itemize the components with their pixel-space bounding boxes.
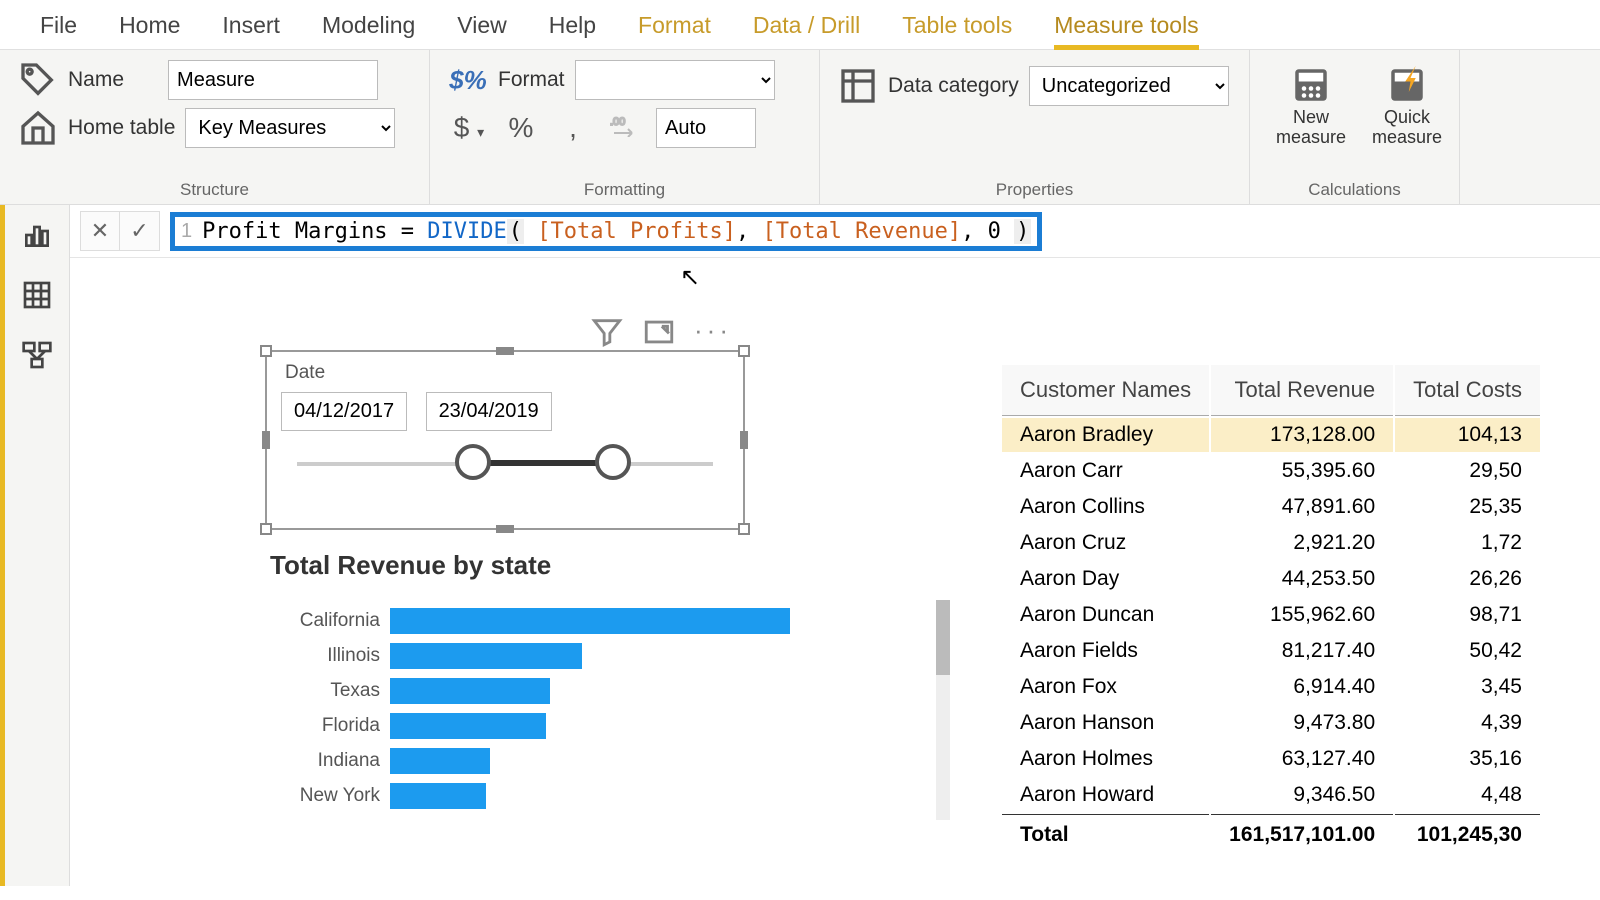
table-row[interactable]: Aaron Hanson9,473.804,39 [1002,706,1540,740]
table-row[interactable]: Aaron Holmes63,127.4035,16 [1002,742,1540,776]
slicer-start-date[interactable]: 04/12/2017 [281,392,407,431]
currency-button[interactable]: $ ▾ [448,112,490,144]
slicer-title: Date [285,362,743,384]
chart-scrollbar[interactable] [936,600,950,820]
col-total-costs[interactable]: Total Costs [1395,365,1540,416]
bar-label: Illinois [270,645,390,667]
group-calculations: Calculations [1268,180,1441,200]
tab-insert[interactable]: Insert [222,12,280,39]
bar [390,643,582,669]
bar-label: Indiana [270,750,390,772]
table-row[interactable]: Aaron Duncan155,962.6098,71 [1002,598,1540,632]
tab-file[interactable]: File [40,12,77,39]
total-costs: 101,245,30 [1395,814,1540,852]
tab-data-drill[interactable]: Data / Drill [753,12,860,39]
svg-text:.00: .00 [610,116,625,128]
bar [390,713,546,739]
tab-home[interactable]: Home [119,12,180,39]
formula-bar[interactable]: 1 Profit Margins = DIVIDE( [Total Profit… [170,212,1042,251]
formula-commit-button[interactable]: ✓ [120,211,160,251]
filter-icon[interactable] [590,315,624,349]
format-select[interactable] [575,60,775,100]
bar-row[interactable]: New York [270,778,930,813]
chart-title: Total Revenue by state [270,550,930,581]
slicer-thumb-end[interactable] [595,444,631,480]
revenue-by-state-chart[interactable]: Total Revenue by state California Illinoi… [270,550,930,813]
table-row[interactable]: Aaron Cruz2,921.201,72 [1002,526,1540,560]
total-label: Total [1002,814,1209,852]
thousands-button[interactable]: , [552,112,594,144]
home-table-label: Home table [68,116,175,140]
model-view-icon[interactable] [21,339,53,371]
name-input[interactable] [168,60,378,100]
percent-button[interactable]: % [500,112,542,144]
formula-line-number: 1 [181,220,192,243]
format-icon: $% [448,60,488,100]
bar-label: Florida [270,715,390,737]
tab-measure-tools[interactable]: Measure tools [1054,12,1198,50]
tab-help[interactable]: Help [549,12,596,39]
table-row[interactable]: Aaron Carr55,395.6029,50 [1002,454,1540,488]
new-measure-button[interactable]: New measure [1268,64,1354,148]
bar-label: California [270,610,390,632]
focus-mode-icon[interactable] [642,315,676,349]
total-revenue: 161,517,101.00 [1211,814,1393,852]
col-customer-names[interactable]: Customer Names [1002,365,1209,416]
group-formatting: Formatting [448,180,801,200]
formula-cancel-button[interactable]: ✕ [80,211,120,251]
category-icon [838,66,878,106]
name-label: Name [68,68,124,92]
tab-format[interactable]: Format [638,12,711,39]
table-row[interactable]: Aaron Day44,253.5026,26 [1002,562,1540,596]
table-row[interactable]: Aaron Collins47,891.6025,35 [1002,490,1540,524]
bar [390,748,490,774]
table-row[interactable]: Aaron Fields81,217.4050,42 [1002,634,1540,668]
quick-measure-button[interactable]: Quick measure [1364,64,1450,148]
bar-row[interactable]: California [270,603,930,638]
table-row[interactable]: Aaron Fox6,914.403,45 [1002,670,1540,704]
bar-row[interactable]: Illinois [270,638,930,673]
table-row[interactable]: Aaron Howard9,346.504,48 [1002,778,1540,812]
group-structure: Structure [18,180,411,200]
bar-row[interactable]: Florida [270,708,930,743]
data-view-icon[interactable] [21,279,53,311]
customer-table[interactable]: Customer Names Total Revenue Total Costs… [1000,363,1542,854]
bar [390,608,790,634]
bar [390,678,550,704]
decimals-button[interactable]: .00 [604,112,646,144]
bar-row[interactable]: Texas [270,673,930,708]
slicer-end-date[interactable]: 23/04/2019 [426,392,552,431]
col-total-revenue[interactable]: Total Revenue [1211,365,1393,416]
data-category-select[interactable]: Uncategorized [1029,66,1229,106]
decimals-input[interactable] [656,108,756,148]
more-options-icon[interactable]: ··· [694,315,728,349]
table-row[interactable]: Aaron Bradley173,128.00104,13 [1002,418,1540,452]
home-table-select[interactable]: Key Measures [185,108,395,148]
date-slicer[interactable]: Date 04/12/2017 23/04/2019 [265,350,745,530]
report-view-icon[interactable] [21,219,53,251]
bar-label: New York [270,785,390,807]
bar-label: Texas [270,680,390,702]
tab-table-tools[interactable]: Table tools [902,12,1012,39]
bar-row[interactable]: Indiana [270,743,930,778]
tab-modeling[interactable]: Modeling [322,12,415,39]
tab-view[interactable]: View [457,12,506,39]
tag-icon [18,60,58,100]
data-category-label: Data category [888,74,1019,98]
group-properties: Properties [838,180,1231,200]
home-icon [18,108,58,148]
format-label: Format [498,68,565,92]
slicer-thumb-start[interactable] [455,444,491,480]
cursor-icon: ↖ [680,263,700,292]
bar [390,783,486,809]
